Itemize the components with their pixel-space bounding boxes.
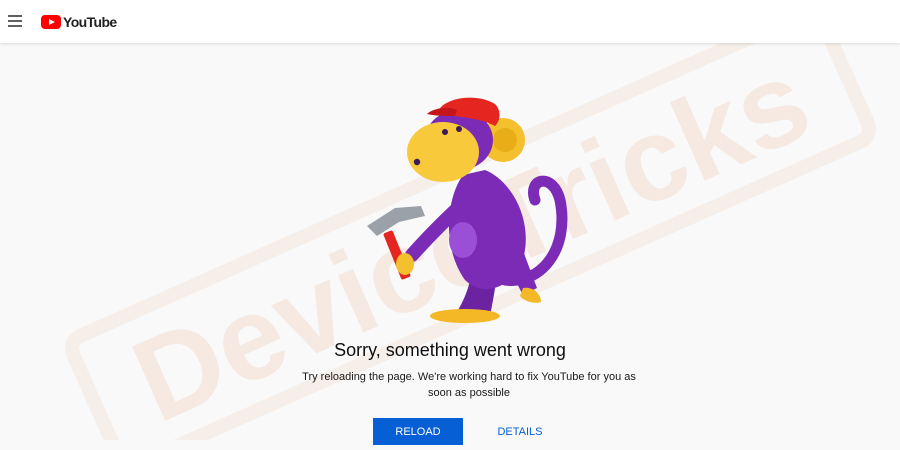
hamburger-menu-icon[interactable] [6, 12, 24, 30]
youtube-logo[interactable]: YouTube [41, 12, 117, 32]
logo-text: YouTube [63, 14, 117, 30]
monkey-illustration [367, 97, 568, 323]
youtube-play-icon [41, 15, 61, 29]
masthead: YouTube [0, 0, 900, 43]
details-button[interactable]: DETAILS [490, 418, 550, 445]
error-description: Try reloading the page. We're working ha… [302, 371, 636, 399]
reload-button[interactable]: RELOAD [373, 418, 463, 445]
error-title: Sorry, something went wrong [334, 340, 566, 360]
